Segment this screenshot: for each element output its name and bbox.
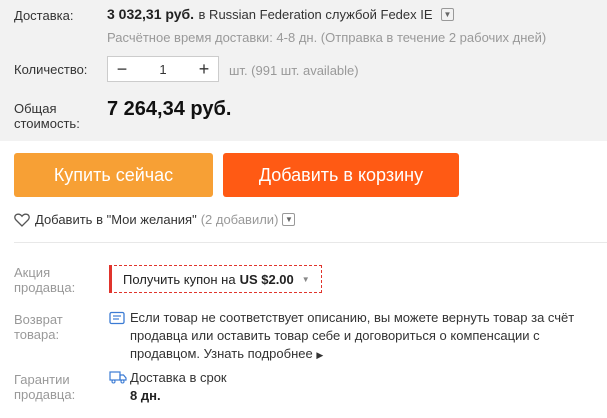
chevron-down-icon: ▼: [301, 274, 310, 284]
learn-more-label: Узнать подробнее: [203, 346, 313, 361]
shipping-option[interactable]: 3 032,31 руб. в Russian Federation служб…: [107, 6, 454, 24]
return-label-line1: Возврат: [14, 312, 63, 327]
quantity-stepper: − 1 +: [107, 56, 219, 82]
truck-icon: [109, 370, 127, 389]
promo-label-line1: Акция: [14, 265, 51, 280]
shipping-label: Доставка:: [14, 8, 74, 23]
wishlist-link[interactable]: Добавить в "Мои желания" (2 добавили) ▼: [14, 212, 296, 227]
quantity-available: шт. (991 шт. available): [229, 63, 359, 78]
return-policy: Если товар не соответствует описанию, вы…: [130, 309, 600, 364]
promo-label: Акция продавца:: [14, 265, 75, 295]
total-label-line1: Общая: [14, 101, 57, 116]
coupon-text: Получить купон на: [123, 271, 236, 287]
shipping-price: 3 032,31 руб.: [107, 6, 195, 22]
quantity-label: Количество:: [14, 62, 88, 77]
guarantee-label-line1: Гарантии: [14, 372, 70, 387]
chevron-down-icon[interactable]: ▼: [282, 213, 296, 226]
quantity-increase-button[interactable]: +: [190, 57, 218, 81]
guarantee-label: Гарантии продавца:: [14, 372, 75, 402]
shipping-method: в Russian Federation службой Fedex IE: [198, 7, 433, 22]
chevron-down-icon[interactable]: ▼: [441, 8, 454, 22]
wishlist-text: Добавить в "Мои желания": [35, 212, 197, 227]
section-divider: [14, 242, 607, 243]
add-to-cart-button[interactable]: Добавить в корзину: [223, 153, 459, 197]
info-card-icon: [109, 311, 125, 330]
guarantee-label-line2: продавца:: [14, 387, 76, 402]
guarantee-days: 8 дн.: [130, 388, 161, 403]
get-coupon-dropdown[interactable]: Получить купон на US $2.00 ▼: [109, 265, 322, 293]
return-label: Возврат товара:: [14, 312, 63, 342]
total-label-line2: стоимость:: [14, 116, 80, 131]
quantity-decrease-button[interactable]: −: [108, 57, 136, 81]
heart-icon: [14, 213, 30, 227]
learn-more-link[interactable]: Узнать подробнее ▶: [204, 346, 324, 361]
promo-label-line2: продавца:: [14, 280, 76, 295]
return-label-line2: товара:: [14, 327, 60, 342]
shipping-estimate: Расчётное время доставки: 4-8 дн. (Отпра…: [107, 30, 547, 45]
caret-right-icon: ▶: [316, 350, 324, 360]
guarantee-title: Доставка в срок: [130, 370, 227, 385]
quantity-input[interactable]: 1: [136, 62, 190, 77]
total-price: 7 264,34 руб.: [107, 98, 232, 120]
total-label: Общая стоимость:: [14, 101, 80, 131]
wishlist-count: (2 добавили): [200, 212, 279, 227]
coupon-amount: US $2.00: [239, 271, 294, 287]
buy-now-button[interactable]: Купить сейчас: [14, 153, 213, 197]
return-policy-text: Если товар не соответствует описанию, вы…: [130, 310, 575, 361]
